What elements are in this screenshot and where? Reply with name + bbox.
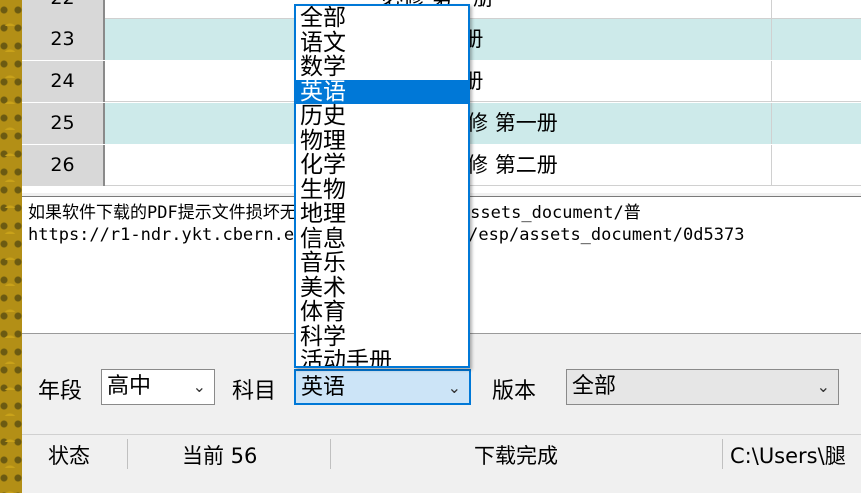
- dropdown-option[interactable]: 历史: [296, 104, 468, 129]
- row-number: 23: [22, 19, 105, 60]
- subject-value: 英语: [301, 375, 346, 400]
- dropdown-option[interactable]: 音乐: [296, 251, 468, 276]
- dropdown-option[interactable]: 活动手册: [296, 349, 468, 366]
- dropdown-option[interactable]: 全部: [296, 6, 468, 31]
- row-number: 26: [22, 145, 105, 186]
- dropdown-option[interactable]: 地理: [296, 202, 468, 227]
- status-message: 下载完成: [474, 444, 558, 468]
- row-number: 25: [22, 103, 105, 144]
- dropdown-option[interactable]: 美术: [296, 276, 468, 301]
- edition-label: 版本: [492, 379, 537, 404]
- row-number: 22: [22, 0, 105, 19]
- row-extra: [771, 103, 861, 144]
- dropdown-option[interactable]: 英语: [296, 79, 468, 104]
- subject-label: 科目: [232, 379, 277, 404]
- chevron-down-icon: ⌄: [816, 377, 830, 396]
- dropdown-option[interactable]: 物理: [296, 129, 468, 154]
- status-label: 状态: [48, 444, 90, 468]
- dropdown-option[interactable]: 信息: [296, 227, 468, 252]
- dropdown-option[interactable]: 体育: [296, 300, 468, 325]
- dropdown-option[interactable]: 化学: [296, 153, 468, 178]
- chevron-down-icon: ⌄: [192, 377, 206, 396]
- grade-value: 高中: [107, 374, 152, 399]
- row-extra: [771, 0, 861, 19]
- status-path: C:\Users\腿: [730, 444, 846, 468]
- row-extra: [771, 61, 861, 102]
- dropdown-option[interactable]: 语文: [296, 31, 468, 56]
- subject-select[interactable]: 英语 ⌄: [294, 369, 471, 405]
- row-extra: [771, 19, 861, 60]
- grade-select[interactable]: 高中 ⌄: [101, 369, 215, 405]
- edition-select[interactable]: 全部 ⌄: [566, 369, 839, 405]
- row-number: 24: [22, 61, 105, 102]
- dropdown-option[interactable]: 数学: [296, 55, 468, 80]
- edition-value: 全部: [572, 374, 617, 399]
- dropdown-option[interactable]: 生物: [296, 178, 468, 203]
- chevron-down-icon: ⌄: [447, 378, 461, 397]
- grade-label: 年段: [38, 379, 83, 404]
- status-bar: 状态 当前 56 下载完成 C:\Users\腿: [22, 434, 861, 472]
- dropdown-option[interactable]: 科学: [296, 325, 468, 350]
- subject-dropdown-list[interactable]: 全部 语文 数学 英语 历史 物理 化学 生物 地理 信息 音乐 美术 体育 科学 活动手册: [294, 4, 470, 368]
- row-extra: [771, 145, 861, 186]
- status-current: 当前 56: [182, 444, 258, 468]
